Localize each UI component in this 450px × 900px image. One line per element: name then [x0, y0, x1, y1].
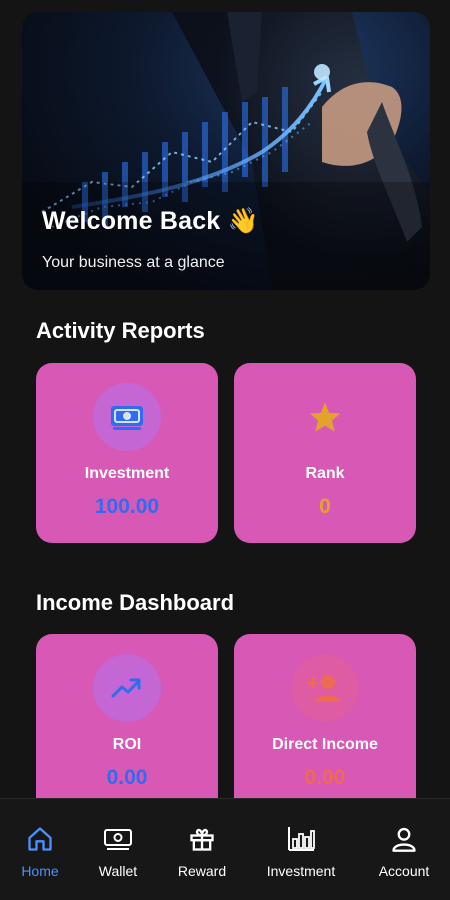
income-dashboard-title: Income Dashboard [36, 590, 235, 615]
nav-wallet[interactable]: Wallet [73, 823, 163, 879]
investment-label: Investment [84, 465, 170, 482]
add-user-icon [291, 654, 359, 722]
nav-investment[interactable]: Investment [256, 823, 346, 879]
bottom-navigation: Home Wallet Reward Investment Account [0, 798, 450, 900]
money-icon [93, 383, 161, 451]
welcome-banner: Welcome Back 👋 Your business at a glance [22, 12, 430, 290]
rank-label: Rank [305, 465, 345, 482]
investment-value: 100.00 [94, 495, 160, 518]
star-icon [291, 383, 359, 451]
investment-card[interactable]: Investment 100.00 [36, 363, 218, 543]
nav-reward-label: Reward [177, 863, 227, 879]
welcome-subtitle: Your business at a glance [42, 254, 225, 271]
nav-investment-label: Investment [266, 863, 336, 879]
banner-graphic [22, 12, 430, 290]
nav-account-label: Account [378, 863, 430, 879]
welcome-title: Welcome Back 👋 [42, 207, 259, 235]
account-icon [359, 823, 449, 855]
bar-chart-icon [256, 823, 346, 855]
direct-income-value: 0.00 [304, 766, 346, 789]
nav-account[interactable]: Account [359, 823, 449, 879]
roi-card[interactable]: ROI 0.00 [36, 634, 218, 798]
roi-value: 0.00 [106, 766, 148, 789]
roi-label: ROI [112, 736, 142, 753]
wallet-icon [73, 823, 163, 855]
gift-icon [157, 823, 247, 855]
main-content[interactable]: Welcome Back 👋 Your business at a glance… [0, 0, 450, 798]
direct-income-card[interactable]: Direct Income 0.00 [234, 634, 416, 798]
nav-wallet-label: Wallet [98, 863, 138, 879]
trend-up-icon [93, 654, 161, 722]
activity-reports-title: Activity Reports [36, 318, 205, 343]
rank-value: 0 [319, 495, 331, 518]
rank-card[interactable]: Rank 0 [234, 363, 416, 543]
nav-reward[interactable]: Reward [157, 823, 247, 879]
direct-income-label: Direct Income [272, 736, 378, 753]
